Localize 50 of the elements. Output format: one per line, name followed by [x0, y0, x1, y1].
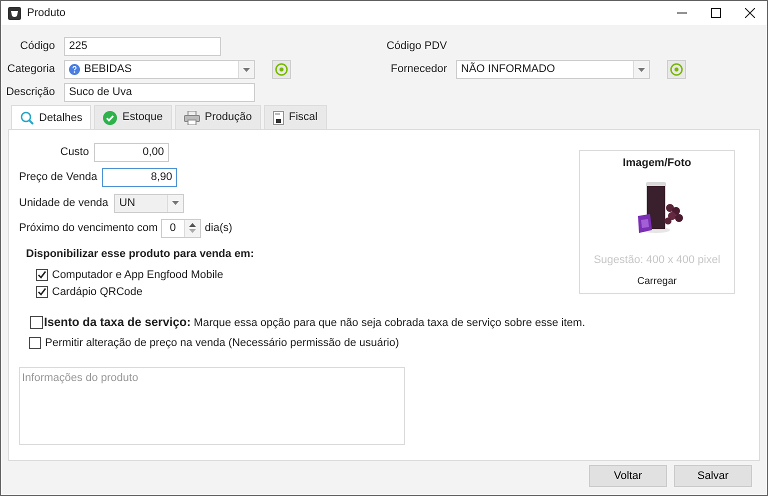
section-heading: Disponibilizar esse produto para venda em:	[26, 247, 255, 262]
document-icon	[272, 110, 284, 124]
description-field[interactable]: Suco de Uva	[64, 83, 255, 102]
category-dropdown[interactable]: BEBIDAS	[64, 60, 255, 79]
up-arrow-icon	[188, 223, 196, 227]
field-label: Categoria	[6, 62, 56, 78]
field-label: Próximo do vencimento com	[19, 220, 158, 236]
field-label: Unidade de venda	[19, 196, 108, 211]
code-field[interactable]: 225	[64, 37, 221, 56]
field-label: Fornecedor	[390, 62, 448, 78]
checkbox[interactable]	[29, 336, 41, 349]
maximize-icon	[711, 8, 721, 18]
service-fee-text: Isento da taxa de serviço: Marque essa opção para que não seja cobrada taxa de serviço sobre esse item.	[44, 316, 586, 330]
tab[interactable]: Fiscal	[264, 105, 327, 129]
caret-icon	[243, 68, 250, 72]
checkbox-label: Computador e App Engfood Mobile	[52, 268, 224, 283]
price-field[interactable]: 8,90	[102, 168, 178, 187]
app-logo-icon	[8, 6, 21, 20]
tab[interactable]: Detalhes	[11, 105, 92, 130]
days-spinner[interactable]: 0	[160, 218, 201, 238]
dialog-button[interactable]: Voltar	[589, 465, 667, 487]
field-label: Custo	[59, 145, 90, 160]
checkbox[interactable]	[36, 286, 48, 298]
checkbox[interactable]	[30, 316, 43, 328]
search-icon	[20, 111, 34, 125]
printer-icon	[184, 110, 200, 124]
field-label: Descrição	[5, 85, 56, 100]
supplier-dropdown[interactable]: NÃO INFORMADO	[456, 60, 650, 79]
check-circle-icon	[103, 110, 118, 124]
help-icon	[69, 64, 80, 75]
field-label: Código PDV	[385, 39, 448, 54]
checkbox-label: Cardápio QRCode	[52, 284, 142, 300]
window-title: Produto	[27, 6, 66, 21]
field-label: Código	[19, 39, 56, 54]
cost-field[interactable]: 0,00	[94, 143, 169, 162]
caret-icon	[638, 68, 645, 72]
load-link[interactable]: Carregar	[637, 274, 677, 289]
unit-dropdown[interactable]: UN	[114, 194, 184, 212]
field-label: Preço de Venda	[19, 170, 98, 186]
image-title: Imagem/Foto	[622, 156, 692, 171]
close-icon	[745, 8, 755, 18]
tab[interactable]: Estoque	[94, 105, 172, 129]
checkbox-label: Permitir alteração de preço na venda (Necessário permissão de usuário)	[45, 336, 400, 350]
caret-icon	[172, 201, 180, 205]
field-label: dia(s)	[204, 220, 232, 236]
tab[interactable]: Produção	[174, 105, 261, 129]
dialog-button[interactable]: Salvar	[674, 465, 752, 487]
down-arrow-icon	[188, 229, 196, 233]
product-info-field[interactable]: Informações do produto	[19, 367, 405, 445]
checkbox[interactable]	[36, 269, 48, 281]
